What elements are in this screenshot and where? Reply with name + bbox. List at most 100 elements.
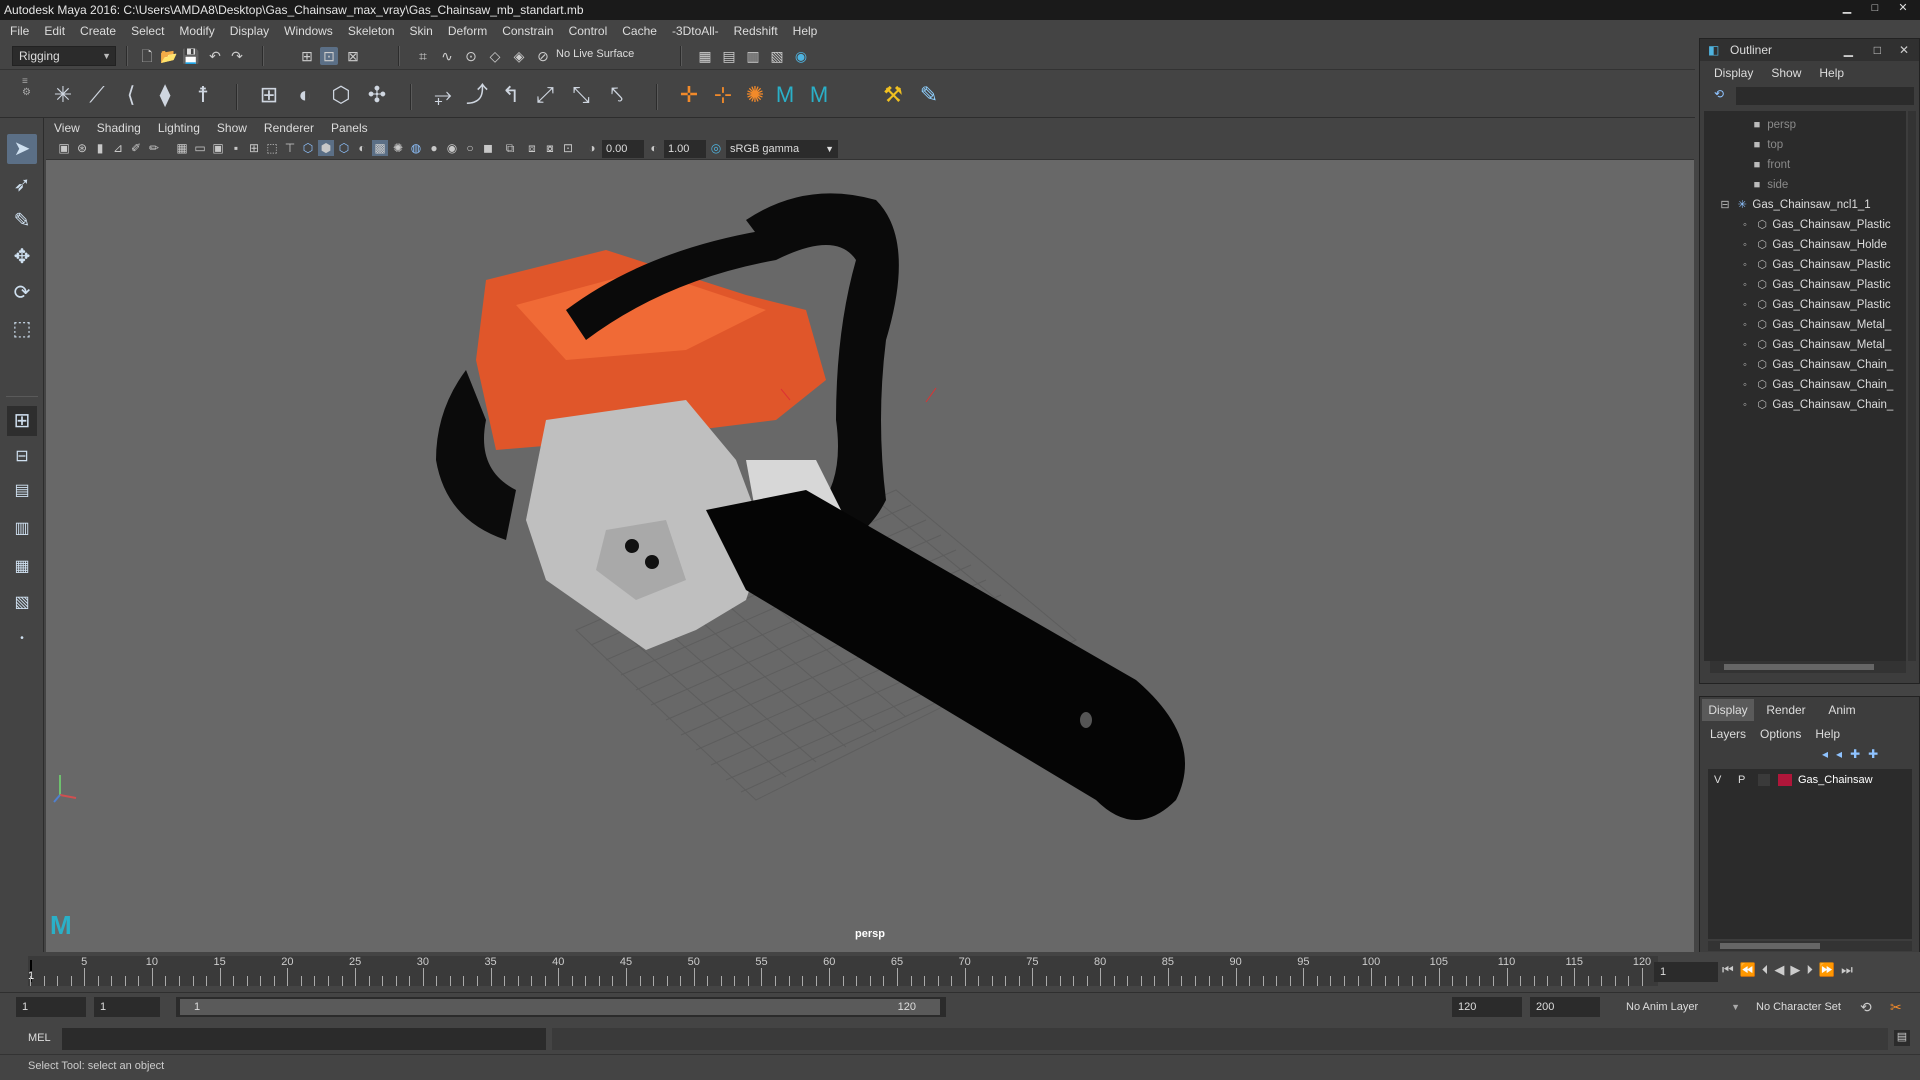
resolution-gate-icon[interactable]: ▣ xyxy=(210,140,226,156)
lights-icon[interactable]: ✺ xyxy=(390,140,406,156)
playback-start-field[interactable]: 1 xyxy=(94,997,160,1017)
maya-m2-icon[interactable]: M xyxy=(804,80,834,110)
hypershade-layout-icon[interactable]: ▧ xyxy=(7,588,37,618)
viewport-canvas[interactable]: M persp xyxy=(46,160,1694,952)
new-scene-icon[interactable]: 🗋 xyxy=(138,47,156,65)
snap-live-icon[interactable]: ⊘ xyxy=(534,47,552,65)
menu-constrain[interactable]: Constrain xyxy=(502,24,553,38)
select-tool-icon[interactable]: ➤ xyxy=(7,134,37,164)
new-layer-selected-icon[interactable]: ✚ xyxy=(1868,747,1878,761)
range-slider-track[interactable]: 1 120 xyxy=(176,997,946,1017)
ik-handle-icon[interactable]: ⟋ xyxy=(82,80,112,110)
menu-skin[interactable]: Skin xyxy=(410,24,433,38)
outliner-minimize-icon[interactable]: ▁ xyxy=(1844,39,1853,61)
isolate-select-icon[interactable]: ⧉ xyxy=(502,140,518,156)
outliner-item-child[interactable]: ◦ ⬡ Gas_Chainsaw_Plastic xyxy=(1738,215,1920,235)
layer-playback-toggle[interactable]: P xyxy=(1738,771,1745,789)
go-to-start-icon[interactable]: ⏮ xyxy=(1722,962,1734,978)
outliner-menu-help[interactable]: Help xyxy=(1819,66,1844,80)
outliner-item-child[interactable]: ◦ ⬡ Gas_Chainsaw_Chain_ xyxy=(1738,395,1920,415)
image-plane-icon[interactable]: ⊿ xyxy=(110,140,126,156)
select-component-icon[interactable]: ⊠ xyxy=(344,47,362,65)
outliner-item-child[interactable]: ◦ ⬡ Gas_Chainsaw_Chain_ xyxy=(1738,355,1920,375)
go-to-end-icon[interactable]: ⏭ xyxy=(1841,962,1853,978)
view-transform-dropdown[interactable]: sRGB gamma ▼ xyxy=(726,140,838,158)
tab-display[interactable]: Display xyxy=(1702,699,1754,721)
range-slider-bar[interactable]: 1 120 xyxy=(180,999,940,1015)
outliner-item-persp[interactable]: ■ persp xyxy=(1750,115,1920,135)
menu-create[interactable]: Create xyxy=(80,24,116,38)
layer-scrollbar[interactable] xyxy=(1708,941,1912,951)
outliner-item-child[interactable]: ◦ ⬡ Gas_Chainsaw_Chain_ xyxy=(1738,375,1920,395)
viewport-menu-lighting[interactable]: Lighting xyxy=(158,121,200,135)
move-layer-down-icon[interactable]: ◂ xyxy=(1836,747,1842,761)
maya-m-icon[interactable]: M xyxy=(770,80,800,110)
shadows-icon[interactable]: ◍ xyxy=(408,140,424,156)
menu-modify[interactable]: Modify xyxy=(179,24,214,38)
motion-blur-icon[interactable]: ◉ xyxy=(444,140,460,156)
menu-display[interactable]: Display xyxy=(230,24,269,38)
exposure-icon[interactable]: ◑ xyxy=(584,140,600,156)
outliner-item-child[interactable]: ◦ ⬡ Gas_Chainsaw_Metal_ xyxy=(1738,315,1920,335)
hypershade-icon[interactable]: ◉ xyxy=(792,47,810,65)
scrollbar-thumb[interactable] xyxy=(1724,664,1874,670)
layer-type-toggle[interactable] xyxy=(1758,774,1770,786)
tab-render[interactable]: Render xyxy=(1758,699,1814,721)
refresh-icon[interactable]: ⟲ xyxy=(1710,87,1728,105)
xray-joints-icon[interactable]: ⧈ xyxy=(524,140,540,156)
anim-layer-dropdown[interactable]: No Anim Layer ▼ xyxy=(1620,997,1740,1017)
close-button[interactable]: ✕ xyxy=(1892,0,1914,16)
snap-plane-icon[interactable]: ◇ xyxy=(486,47,504,65)
2d-pan-icon[interactable]: ✏ xyxy=(146,140,162,156)
graph-layout-icon[interactable]: ▦ xyxy=(7,552,37,582)
snap-surface-icon[interactable]: ◈ xyxy=(510,47,528,65)
menu-deform[interactable]: Deform xyxy=(448,24,487,38)
gamma-field[interactable]: 1.00 xyxy=(664,140,706,158)
open-scene-icon[interactable]: 📂 xyxy=(160,47,178,65)
wireframe-on-shaded-icon[interactable]: ⬡ xyxy=(336,140,352,156)
tab-anim[interactable]: Anim xyxy=(1818,699,1866,721)
viewport-menu-panels[interactable]: Panels xyxy=(331,121,368,135)
humanik-icon[interactable]: ☨ xyxy=(188,80,218,110)
pole-vector-icon[interactable]: ⤣ xyxy=(602,80,632,110)
dof-icon[interactable]: ◼ xyxy=(480,140,496,156)
outliner-item-front[interactable]: ■ front xyxy=(1750,155,1920,175)
outliner-vertical-scrollbar[interactable] xyxy=(1908,111,1916,661)
grid-toggle-icon[interactable]: ▦ xyxy=(174,140,190,156)
preferences-icon[interactable]: ✂ xyxy=(1890,999,1902,1016)
safe-action-icon[interactable]: ⬚ xyxy=(264,140,280,156)
ssao-icon[interactable]: ● xyxy=(426,140,442,156)
outliner-menu-show[interactable]: Show xyxy=(1771,66,1801,80)
render-view-icon[interactable]: ▦ xyxy=(696,47,714,65)
single-pane-layout-icon[interactable]: ⊞ xyxy=(7,406,37,436)
rotate-tool-icon[interactable]: ⟳ xyxy=(7,278,37,308)
new-layer-icon[interactable]: ✚ xyxy=(1850,747,1860,761)
textured-icon[interactable]: ▩ xyxy=(372,140,388,156)
select-object-icon[interactable]: ⊡ xyxy=(320,47,338,65)
outliner-item-child[interactable]: ◦ ⬡ Gas_Chainsaw_Plastic xyxy=(1738,275,1920,295)
command-input[interactable] xyxy=(62,1028,546,1050)
ik-spline-icon[interactable]: ⟨ xyxy=(116,80,146,110)
render-settings-icon[interactable]: ▧ xyxy=(768,47,786,65)
outliner-item-side[interactable]: ■ side xyxy=(1750,175,1920,195)
menu-help[interactable]: Help xyxy=(793,24,818,38)
menu-set-dropdown[interactable]: Rigging ▼ xyxy=(12,46,116,66)
live-surface-label[interactable]: No Live Surface xyxy=(556,48,634,60)
move-tool-icon[interactable]: ✥ xyxy=(7,242,37,272)
scale-tool-icon[interactable]: ⬚ xyxy=(7,314,37,344)
viewport-menu-shading[interactable]: Shading xyxy=(97,121,141,135)
time-slider-track[interactable]: 1 5 10 15 20 25 30 35 40 45 50 55 60 65 70 75 80 85 90 95 1… xyxy=(28,956,1658,986)
menu-3dtoall[interactable]: -3DtoAll- xyxy=(672,24,719,38)
xray-active-icon[interactable]: ⧇ xyxy=(542,140,558,156)
play-forward-icon[interactable]: ▶ xyxy=(1790,962,1800,978)
layer-row[interactable]: V P Gas_Chainsaw xyxy=(1708,771,1912,789)
maximize-button[interactable]: □ xyxy=(1864,0,1886,16)
step-back-frame-icon[interactable]: ⏴ xyxy=(1762,962,1769,978)
gate-mask-icon[interactable]: ▪ xyxy=(228,140,244,156)
layer-menu-help[interactable]: Help xyxy=(1815,727,1840,741)
safe-title-icon[interactable]: ⊤ xyxy=(282,140,298,156)
scale-constraint-icon[interactable]: ⤢ xyxy=(530,80,560,110)
toolbox-more-icon[interactable]: • xyxy=(7,624,37,654)
orient-constraint-icon[interactable]: ↰ xyxy=(496,80,526,110)
snap-point-icon[interactable]: ⊙ xyxy=(462,47,480,65)
